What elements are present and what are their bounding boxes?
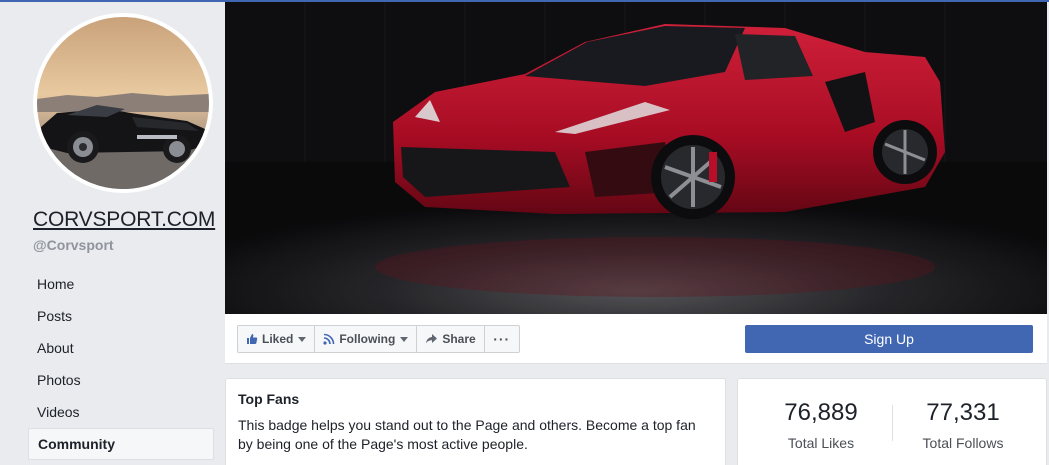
page-handle[interactable]: @Corvsport	[33, 237, 114, 253]
action-button-group: Liked Following Share ···	[237, 325, 520, 353]
chevron-down-icon	[298, 336, 307, 342]
nav-item-home[interactable]: Home	[28, 268, 214, 300]
total-likes-value: 76,889	[784, 399, 858, 426]
cover-photo-red-car	[225, 2, 1047, 314]
chevron-down-icon	[400, 336, 409, 342]
top-fans-card: Top Fans This badge helps you stand out …	[225, 378, 726, 465]
following-button[interactable]: Following	[314, 325, 418, 353]
page-action-bar: Liked Following Share ··· Sign Up	[225, 314, 1047, 364]
total-follows-value: 77,331	[926, 399, 1000, 426]
total-follows-stat: 77,331 Total Follows	[893, 399, 1033, 451]
nav-item-posts[interactable]: Posts	[28, 300, 214, 332]
profile-picture[interactable]	[33, 13, 213, 193]
page-nav: Home Posts About Photos Videos Community	[28, 268, 214, 460]
share-label: Share	[442, 332, 476, 346]
total-likes-label: Total Likes	[787, 435, 855, 451]
rss-icon	[323, 333, 335, 345]
sidebar: CORVSPORT.COM @Corvsport Home Posts Abou…	[0, 0, 224, 465]
sign-up-button[interactable]: Sign Up	[745, 325, 1033, 353]
top-fans-description: This badge helps you stand out to the Pa…	[238, 417, 696, 452]
liked-button[interactable]: Liked	[237, 325, 316, 353]
nav-item-videos[interactable]: Videos	[28, 396, 214, 428]
following-label: Following	[339, 332, 396, 346]
nav-item-community[interactable]: Community	[28, 428, 214, 460]
profile-photo-car	[37, 17, 209, 189]
cover-photo[interactable]	[225, 2, 1047, 314]
page-stats-card: 76,889 Total Likes 77,331 Total Follows	[737, 378, 1047, 465]
total-likes-stat: 76,889 Total Likes	[751, 399, 891, 451]
page-name[interactable]: CORVSPORT.COM	[33, 208, 215, 232]
thumbs-up-icon	[246, 333, 258, 345]
liked-label: Liked	[262, 332, 294, 346]
top-fans-title: Top Fans	[238, 391, 300, 407]
nav-item-photos[interactable]: Photos	[28, 364, 214, 396]
more-options-button[interactable]: ···	[483, 325, 520, 353]
ellipsis-icon: ···	[493, 331, 511, 347]
total-follows-label: Total Follows	[922, 435, 1004, 451]
share-arrow-icon	[425, 333, 438, 345]
share-button[interactable]: Share	[416, 325, 485, 353]
nav-item-about[interactable]: About	[28, 332, 214, 364]
